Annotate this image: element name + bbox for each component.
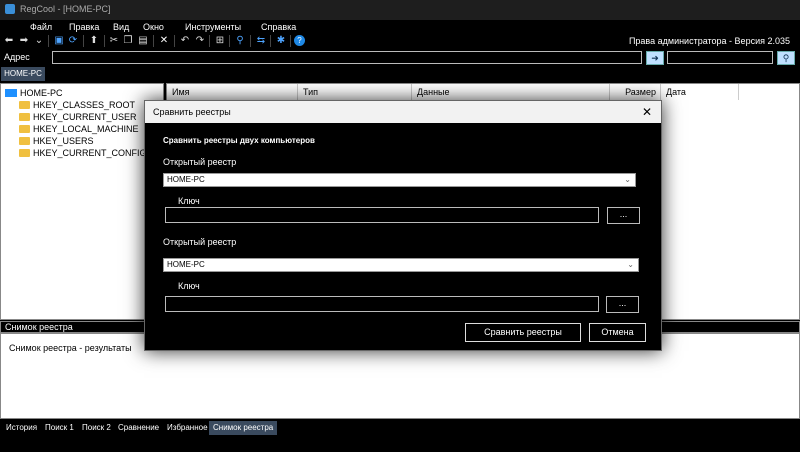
search-icon[interactable]: ⚲ bbox=[777, 51, 795, 65]
new-key-icon[interactable]: ⊞ bbox=[214, 34, 226, 47]
go-arrow-icon[interactable]: ➜ bbox=[646, 51, 664, 65]
tab-favorites[interactable]: Избранное bbox=[163, 421, 212, 435]
tab-registry-snapshot[interactable]: Снимок реестра bbox=[209, 421, 278, 435]
address-label: Адрес bbox=[4, 52, 30, 62]
column-date[interactable]: Дата bbox=[661, 84, 739, 100]
menu-bar: Файл Правка Вид Окно Инструменты Справка bbox=[0, 20, 800, 34]
toolbar-divider bbox=[290, 35, 291, 47]
window-title: RegCool - [HOME-PC] bbox=[20, 4, 111, 14]
menu-tools[interactable]: Инструменты bbox=[185, 22, 241, 32]
refresh-icon[interactable]: ⟳ bbox=[67, 34, 79, 47]
snapshot-results-text: Снимок реестра - результаты bbox=[9, 343, 132, 353]
dialog-title: Сравнить реестры bbox=[153, 107, 231, 117]
find-icon[interactable]: ⚲ bbox=[234, 34, 246, 47]
folder-icon bbox=[19, 101, 30, 109]
key2-browse-button[interactable]: ... bbox=[606, 296, 639, 313]
settings-icon[interactable]: ✱ bbox=[275, 34, 287, 47]
tree-item-label: HKEY_USERS bbox=[33, 136, 94, 146]
snapshot-header-label: Снимок реестра bbox=[5, 322, 73, 332]
key2-input[interactable] bbox=[165, 296, 599, 312]
title-bar: RegCool - [HOME-PC] bbox=[0, 0, 800, 20]
toolbar-divider bbox=[250, 35, 251, 47]
address-input[interactable] bbox=[52, 51, 642, 64]
redo-icon[interactable]: ↷ bbox=[194, 34, 206, 47]
tree-item-hku[interactable]: HKEY_USERS bbox=[19, 135, 94, 147]
column-type[interactable]: Тип bbox=[298, 84, 412, 100]
menu-file[interactable]: Файл bbox=[30, 22, 52, 32]
undo-icon[interactable]: ↶ bbox=[179, 34, 191, 47]
registry2-value: HOME-PC bbox=[167, 260, 205, 269]
save-icon[interactable]: ▣ bbox=[53, 34, 65, 47]
folder-icon bbox=[19, 149, 30, 157]
column-data[interactable]: Данные bbox=[412, 84, 610, 100]
address-bar: Адрес ➜ ⚲ bbox=[0, 49, 800, 66]
toolbar-divider bbox=[153, 35, 154, 47]
compare-registries-dialog: Сравнить реестры ✕ Сравнить реестры двух… bbox=[144, 100, 662, 351]
cancel-button[interactable]: Отмена bbox=[589, 323, 646, 342]
compare-icon[interactable]: ⇆ bbox=[255, 34, 267, 47]
toolbar-divider bbox=[229, 35, 230, 47]
tab-history[interactable]: История bbox=[2, 421, 41, 435]
key1-label: Ключ bbox=[178, 196, 200, 206]
copy-icon[interactable]: ❐ bbox=[122, 34, 134, 47]
toolbar-divider bbox=[83, 35, 84, 47]
dialog-heading: Сравнить реестры двух компьютеров bbox=[163, 136, 315, 145]
menu-help[interactable]: Справка bbox=[261, 22, 296, 32]
tree-item-label: HKEY_CURRENT_CONFIG bbox=[33, 148, 147, 158]
search-input[interactable] bbox=[667, 51, 773, 64]
delete-icon[interactable]: ✕ bbox=[158, 34, 170, 47]
back-arrow-icon[interactable]: ⬅ bbox=[3, 34, 15, 47]
menu-window[interactable]: Окно bbox=[143, 22, 164, 32]
folder-icon bbox=[19, 125, 30, 133]
toolbar-divider bbox=[209, 35, 210, 47]
chevron-down-icon: ⌄ bbox=[624, 175, 631, 184]
tree-item-hklm[interactable]: HKEY_LOCAL_MACHINE bbox=[19, 123, 139, 135]
dialog-title-bar: Сравнить реестры ✕ bbox=[145, 101, 661, 123]
folder-icon bbox=[19, 137, 30, 145]
tree-item-hkcc[interactable]: HKEY_CURRENT_CONFIG bbox=[19, 147, 147, 159]
registry1-label: Открытый реестр bbox=[163, 157, 237, 167]
toolbar-divider bbox=[174, 35, 175, 47]
tab-search-2[interactable]: Поиск 2 bbox=[78, 421, 115, 435]
tab-search-1[interactable]: Поиск 1 bbox=[41, 421, 78, 435]
tab-compare[interactable]: Сравнение bbox=[114, 421, 163, 435]
app-icon bbox=[5, 4, 15, 14]
help-icon[interactable]: ? bbox=[294, 35, 305, 46]
tree-root-label: HOME-PC bbox=[20, 88, 63, 98]
up-arrow-icon[interactable]: ⬆ bbox=[88, 34, 100, 47]
key2-label: Ключ bbox=[178, 281, 200, 291]
menu-view[interactable]: Вид bbox=[113, 22, 129, 32]
tree-item-label: HKEY_CURRENT_USER bbox=[33, 112, 137, 122]
registry1-select[interactable]: HOME-PC ⌄ bbox=[163, 173, 636, 187]
registry-tree: HOME-PC HKEY_CLASSES_ROOT HKEY_CURRENT_U… bbox=[0, 83, 164, 320]
compare-button[interactable]: Сравнить реестры bbox=[465, 323, 581, 342]
folder-icon bbox=[19, 113, 30, 121]
tree-item-label: HKEY_CLASSES_ROOT bbox=[33, 100, 136, 110]
toolbar-divider bbox=[270, 35, 271, 47]
admin-version-label: Права администратора - Версия 2.035 bbox=[628, 36, 790, 46]
tree-root[interactable]: HOME-PC bbox=[5, 87, 63, 99]
chevron-down-icon: ⌄ bbox=[627, 260, 634, 269]
registry1-value: HOME-PC bbox=[167, 175, 205, 184]
tree-item-label: HKEY_LOCAL_MACHINE bbox=[33, 124, 139, 134]
bottom-tabs: История Поиск 1 Поиск 2 Сравнение Избран… bbox=[0, 421, 800, 435]
chevron-down-icon[interactable]: ⌄ bbox=[33, 34, 45, 47]
key1-input[interactable] bbox=[165, 207, 599, 223]
column-size[interactable]: Размер bbox=[610, 84, 661, 100]
forward-arrow-icon[interactable]: ➡ bbox=[18, 34, 30, 47]
tab-home-pc[interactable]: HOME-PC bbox=[1, 67, 45, 81]
paste-icon[interactable]: ▤ bbox=[137, 34, 149, 47]
key1-browse-button[interactable]: ... bbox=[607, 207, 640, 224]
registry2-label: Открытый реестр bbox=[163, 237, 237, 247]
toolbar-divider bbox=[48, 35, 49, 47]
close-icon[interactable]: ✕ bbox=[639, 104, 655, 120]
computer-icon bbox=[5, 89, 17, 97]
registry2-select[interactable]: HOME-PC ⌄ bbox=[163, 258, 639, 272]
tree-item-hkcu[interactable]: HKEY_CURRENT_USER bbox=[19, 111, 137, 123]
column-name[interactable]: Имя bbox=[167, 84, 298, 100]
tree-item-hkcr[interactable]: HKEY_CLASSES_ROOT bbox=[19, 99, 135, 111]
cut-icon[interactable]: ✂ bbox=[108, 34, 120, 47]
toolbar-divider bbox=[104, 35, 105, 47]
menu-edit[interactable]: Правка bbox=[69, 22, 99, 32]
